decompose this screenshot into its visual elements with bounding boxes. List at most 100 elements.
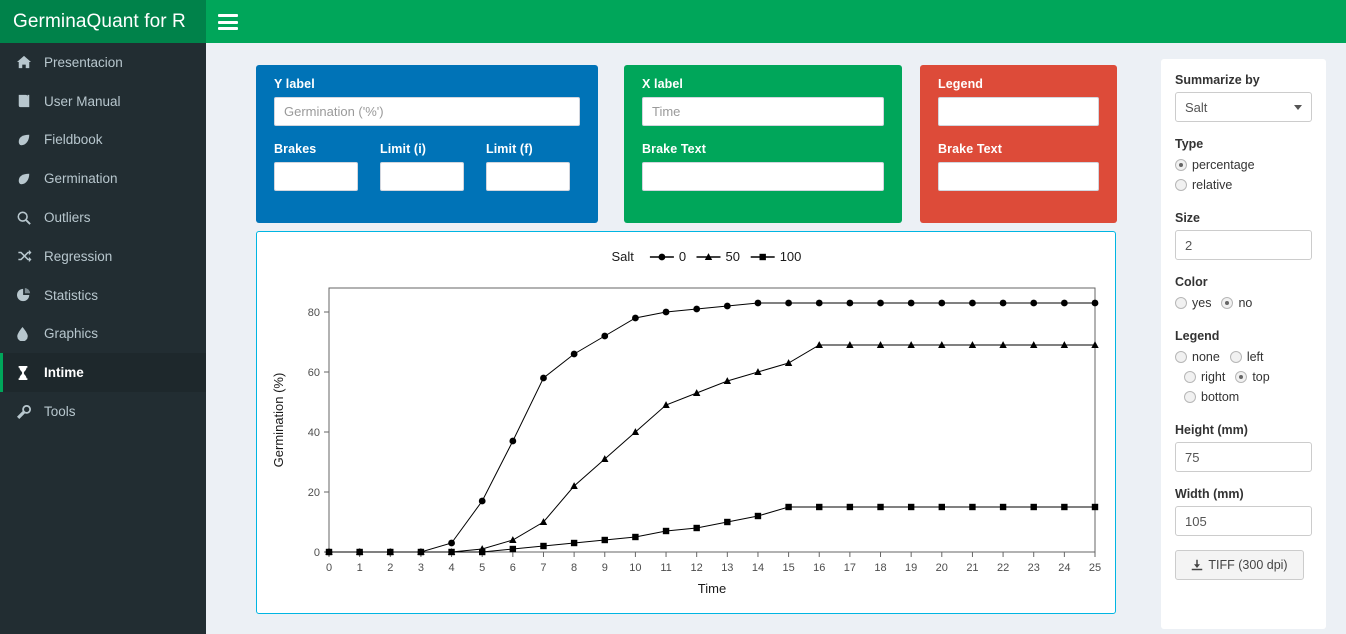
legend-position-label: Legend [1175, 329, 1220, 343]
sidebar-item-regression[interactable]: Regression [0, 237, 206, 276]
radio-label: relative [1192, 178, 1233, 192]
sidebar-item-fieldbook[interactable]: Fieldbook [0, 121, 206, 160]
x-tick-label: 1 [357, 562, 363, 574]
legend-radio-row: right top [1175, 368, 1312, 388]
sidebar-item-label: Intime [44, 365, 84, 381]
y-axis-title: Germination (%) [271, 373, 286, 468]
x-tick-label: 11 [660, 562, 671, 574]
color-radio-group: yes no [1175, 294, 1312, 314]
sidebar-item-outliers[interactable]: Outliers [0, 198, 206, 237]
radio-dot-icon [1175, 179, 1187, 191]
radio-label: percentage [1192, 158, 1255, 172]
download-tiff-label: TIFF (300 dpi) [1208, 558, 1288, 572]
sidebar-item-graphics[interactable]: Graphics [0, 315, 206, 354]
sidebar-item-label: Fieldbook [44, 132, 103, 148]
x-label-panel: X label Brake Text [624, 65, 902, 223]
legend-radio-right[interactable]: right [1184, 368, 1225, 386]
legend-radio-top[interactable]: top [1235, 368, 1270, 386]
summarize-by-select[interactable]: Salt [1175, 92, 1312, 122]
color-radio-yes[interactable]: yes [1175, 294, 1211, 312]
legend-radio-none[interactable]: none [1175, 348, 1220, 366]
download-icon [1192, 559, 1203, 571]
radio-label: none [1192, 350, 1220, 364]
height-input[interactable] [1175, 442, 1312, 472]
sidebar-item-label: User Manual [44, 93, 121, 109]
wrench-icon [17, 404, 39, 419]
sidebar-item-tools[interactable]: Tools [0, 392, 206, 431]
radio-label: top [1252, 370, 1270, 384]
width-input[interactable] [1175, 506, 1312, 536]
pie-chart-icon [17, 288, 39, 302]
sidebar-item-presentacion[interactable]: Presentacion [0, 43, 206, 82]
legend-entry-100: 100 [780, 249, 802, 264]
type-label: Type [1175, 137, 1204, 151]
series-0 [325, 299, 1099, 556]
legend-entry-0: 0 [679, 249, 686, 264]
hamburger-icon[interactable] [218, 12, 240, 32]
radio-dot-icon [1221, 297, 1234, 309]
limit-f-label: Limit (f) [486, 142, 533, 156]
legend-input[interactable] [938, 97, 1099, 126]
sidebar-item-label: Outliers [44, 210, 91, 226]
height-label: Height (mm) [1175, 423, 1248, 437]
x-axis-title: Time [698, 581, 726, 596]
legend-brake-text-label: Brake Text [938, 142, 1002, 156]
x-tick-label: 0 [326, 562, 332, 574]
sidebar-item-intime[interactable]: Intime [0, 353, 206, 393]
radio-label: left [1246, 350, 1264, 364]
limit-f-input[interactable] [486, 162, 570, 191]
x-tick-label: 5 [479, 562, 485, 574]
hourglass-icon [17, 365, 39, 380]
x-tick-label: 4 [448, 562, 454, 574]
y-tick-label: 40 [308, 427, 320, 439]
y-label-panel: Y label Brakes Limit (i) Limit (f) [256, 65, 598, 223]
x-tick-label: 20 [936, 562, 948, 574]
brakes-label: Brakes [274, 142, 317, 156]
y-label-input[interactable] [274, 97, 580, 126]
x-tick-label: 17 [844, 562, 856, 574]
top-navbar [206, 0, 1346, 43]
brand-title: GerminaQuant for R [13, 10, 186, 32]
type-radio-percentage[interactable]: percentage [1175, 156, 1255, 174]
brakes-input[interactable] [274, 162, 358, 191]
y-tick-label: 60 [308, 367, 320, 379]
type-radio-relative[interactable]: relative [1175, 176, 1232, 194]
radio-dot-icon [1184, 391, 1196, 403]
size-input[interactable] [1175, 230, 1312, 260]
legend-radio-row: bottom [1175, 388, 1312, 408]
x-label-title: X label [642, 77, 683, 91]
sidebar-item-statistics[interactable]: Statistics [0, 276, 206, 315]
leaf-icon [17, 172, 39, 186]
radio-dot-icon [1235, 371, 1248, 383]
download-tiff-button[interactable]: TIFF (300 dpi) [1175, 550, 1304, 580]
sidebar-item-label: Tools [44, 404, 76, 420]
x-tick-label: 16 [813, 562, 825, 574]
summarize-by-label: Summarize by [1175, 73, 1260, 87]
legend-radio-row: none left [1175, 348, 1312, 368]
radio-dot-icon [1184, 371, 1196, 383]
x-tick-label: 7 [540, 562, 546, 574]
series-100 [325, 503, 1099, 556]
x-tick-label: 3 [418, 562, 424, 574]
sidebar-item-label: Regression [44, 248, 113, 264]
legend-brake-text-input[interactable] [938, 162, 1099, 191]
x-tick-label: 21 [966, 562, 978, 574]
x-label-input[interactable] [642, 97, 884, 126]
size-label: Size [1175, 211, 1201, 225]
color-radio-no[interactable]: no [1221, 294, 1252, 312]
x-tick-label: 24 [1058, 562, 1070, 574]
sidebar-item-germination[interactable]: Germination [0, 159, 206, 198]
legend-radio-bottom[interactable]: bottom [1184, 388, 1239, 406]
legend-radio-left[interactable]: left [1229, 348, 1264, 366]
sidebar-item-label: Statistics [44, 287, 99, 303]
color-label: Color [1175, 275, 1208, 289]
radio-label: bottom [1201, 390, 1240, 404]
y-label-title: Y label [274, 77, 315, 91]
x-brake-text-input[interactable] [642, 162, 884, 191]
brand-logo[interactable]: GerminaQuant for R [0, 0, 206, 43]
radio-dot-icon [1175, 351, 1187, 363]
sidebar-item-user-manual[interactable]: User Manual [0, 82, 206, 121]
x-tick-label: 19 [905, 562, 917, 574]
x-tick-label: 6 [510, 562, 516, 574]
limit-i-input[interactable] [380, 162, 464, 191]
